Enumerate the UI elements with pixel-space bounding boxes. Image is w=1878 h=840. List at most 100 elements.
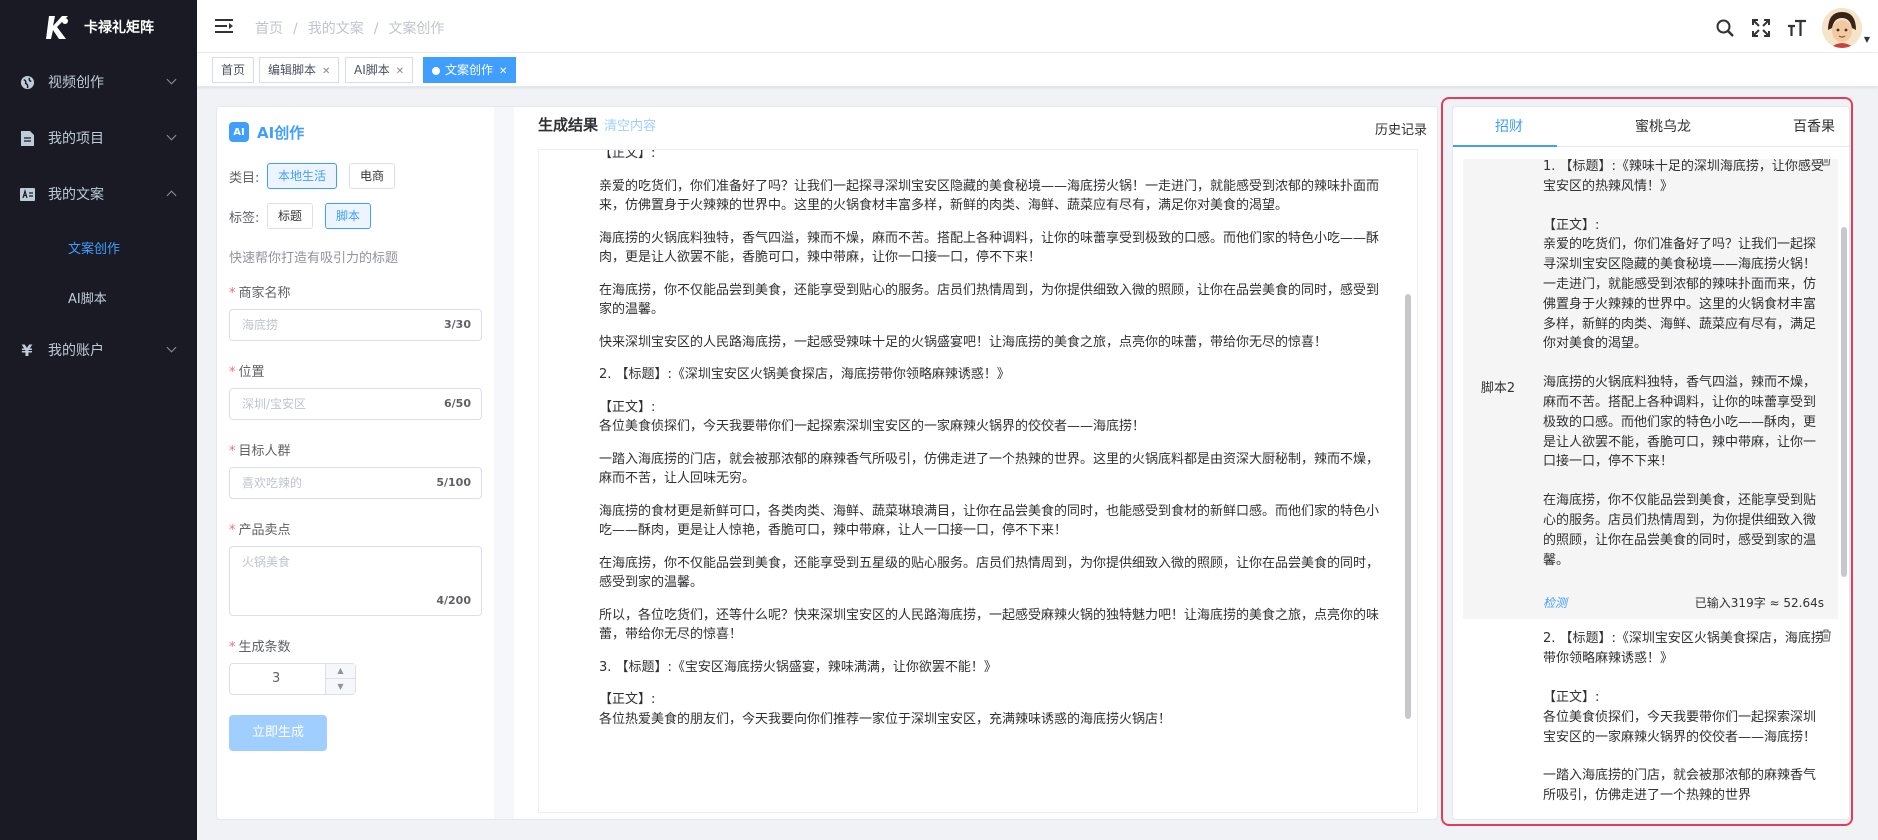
tab-indicator — [1453, 145, 1557, 147]
result-title: 生成结果 — [538, 115, 599, 134]
selling-placeholder: 火锅美食 — [242, 555, 291, 569]
result-paragraph: 【正文】: — [599, 149, 656, 161]
tag-edit-script[interactable]: 编辑脚本 ✕ — [259, 57, 340, 83]
location-placeholder: 深圳/宝安区 — [242, 397, 307, 411]
location-input[interactable]: 深圳/宝安区 6/50 — [229, 388, 482, 420]
audience-label: * 目标人群 — [229, 444, 291, 459]
result-paragraph: 【正文】: 各位热爱美食的朋友们，今天我要向你们推荐一家位于深圳宝安区，充满辣味… — [599, 692, 1172, 727]
script-paragraph: 海底捞的火锅底料独特，香气四溢，辣而不燥，麻而不苦。搭配上各种调料，让你的味蕾享… — [1543, 375, 1817, 470]
sidebar-subitem-copy-create[interactable]: 文案创作 — [0, 222, 197, 272]
hamburger-icon[interactable] — [215, 18, 233, 34]
audience-input[interactable]: 喜欢吃辣的 5/100 — [229, 467, 482, 499]
close-icon[interactable]: ✕ — [322, 66, 330, 77]
tag-label: 标签: — [229, 210, 260, 226]
result-paragraph: 3. 【标题】:《宝安区海底捞火锅盛宴，辣味满满，让你欲罢不能！》 — [599, 659, 997, 675]
selling-label-text: 产品卖点 — [238, 523, 291, 538]
caret-down-icon[interactable]: ▼ — [1864, 35, 1870, 44]
sidebar-item-label: 视频创作 — [48, 75, 104, 91]
app-logo[interactable]: 卡禄礼矩阵 — [0, 0, 197, 54]
category-label: 类目: — [229, 170, 260, 186]
clear-content-link[interactable]: 清空内容 — [604, 115, 656, 134]
script-paragraph: 【正文】: 亲爱的吃货们，你们准备好了吗？让我们一起探寻深圳宝安区隐藏的美食秘境… — [1543, 217, 1817, 352]
decrement-arrow-icon[interactable]: ▼ — [326, 679, 355, 694]
tag-label: AI脚本 — [354, 63, 390, 77]
sidebar-subitem-label: AI脚本 — [68, 291, 107, 307]
sidebar-item-label: 我的项目 — [48, 131, 104, 147]
sidebar-item-video[interactable]: 视频创作 — [0, 54, 197, 110]
sidebar-item-projects[interactable]: 我的项目 — [0, 110, 197, 166]
tag-copy-create[interactable]: 文案创作 ✕ — [423, 57, 517, 83]
script-index — [1463, 619, 1533, 815]
merchant-label-text: 商家名称 — [238, 286, 291, 301]
search-icon[interactable] — [1714, 17, 1736, 39]
location-label: * 位置 — [229, 365, 265, 380]
sidebar-item-account[interactable]: ¥ 我的账户 — [0, 322, 197, 378]
scrollbar-thumb[interactable] — [1841, 227, 1847, 577]
tag-label: 首页 — [221, 63, 246, 77]
selling-textarea[interactable]: 火锅美食 4/200 — [229, 546, 482, 616]
breadcrumb-item[interactable]: 首页 — [255, 21, 283, 37]
selling-count: 4/200 — [436, 594, 471, 607]
form-title: AI创作 — [257, 123, 305, 142]
result-paragraph: 在海底捞，你不仅能品尝到美食，还能享受到五星级的贴心服务。店员们热情周到，为你提… — [599, 555, 1380, 591]
sidebar-subitem-label: 文案创作 — [68, 241, 121, 257]
result-paragraph: 一踏入海底捞的门店，就会被那浓郁的麻辣香气所吸引，仿佛走进了一个热辣的世界。这里… — [599, 451, 1380, 487]
ai-create-form: AI AI创作 类目: 本地生活 电商 标签: 标题 脚本 快速帮你打造有吸引力… — [217, 107, 494, 819]
result-textarea[interactable]: 【正文】: 亲爱的吃货们，你们准备好了吗？让我们一起探寻深圳宝安区隐藏的美食秘境—… — [538, 149, 1418, 813]
tag-label: 文案创作 — [445, 63, 494, 77]
tab-passion-fruit[interactable]: 百香果 — [1793, 107, 1835, 147]
script-item: 脚本2 1. 【标题】:《辣味十足的深圳海底捞，让你感受宝安区的热辣风情！》 【正… — [1463, 159, 1838, 620]
detect-link[interactable]: 检测 — [1543, 594, 1567, 614]
result-paragraph: 【正文】: 各位美食侦探们，今天我要带你们一起探索深圳宝安区的一家麻辣火锅界的佼… — [599, 399, 1146, 435]
merchant-label: * 商家名称 — [229, 286, 291, 301]
close-icon[interactable]: ✕ — [499, 66, 507, 77]
tab-zhaocai[interactable]: 招财 — [1495, 107, 1523, 147]
logo-icon — [42, 12, 72, 42]
tags-view: 首页 编辑脚本 ✕ AI脚本 ✕ 文案创作 ✕ — [197, 53, 1878, 87]
trash-icon[interactable] — [1820, 159, 1832, 166]
breadcrumb-item[interactable]: 我的文案 — [308, 21, 364, 37]
generate-button[interactable]: 立即生成 — [229, 715, 327, 751]
result-panel: 生成结果 清空内容 历史记录 【正文】: 亲爱的吃货们，你们准备好了吗？让我们一起… — [514, 107, 1437, 819]
chevron-down-icon — [166, 74, 177, 85]
breadcrumb-item: 文案创作 — [388, 21, 445, 37]
trash-icon[interactable] — [1820, 629, 1832, 642]
sidebar-item-copywriting[interactable]: 我的文案 — [0, 166, 197, 222]
tab-peach-oolong[interactable]: 蜜桃乌龙 — [1635, 107, 1691, 147]
form-hint: 快速帮你打造有吸引力的标题 — [229, 251, 399, 266]
sidebar-subitem-ai-script[interactable]: AI脚本 — [0, 272, 197, 322]
sidebar-item-label: 我的账户 — [48, 343, 104, 359]
tag-chip-script[interactable]: 脚本 — [325, 203, 372, 229]
result-paragraph: 在海底捞，你不仅能品尝到美食，还能享受到贴心的服务。店员们热情周到，为你提供细致… — [599, 282, 1380, 318]
merchant-input[interactable]: 海底捞 3/30 — [229, 309, 482, 341]
sidebar-item-label: 我的文案 — [48, 187, 104, 203]
font-size-icon[interactable] — [1786, 17, 1808, 39]
tag-home[interactable]: 首页 — [212, 57, 255, 83]
script-paragraph: 在海底捞，你不仅能品尝到美食，还能享受到贴心的服务。店员们热情周到，为你提供细致… — [1543, 493, 1817, 568]
category-chip-ecommerce[interactable]: 电商 — [349, 163, 396, 189]
history-link[interactable]: 历史记录 — [1375, 119, 1427, 138]
avatar[interactable] — [1821, 8, 1862, 48]
chevron-up-icon — [166, 190, 177, 201]
quantity-label-text: 生成条数 — [238, 640, 291, 655]
top-navbar: 首页 / 我的文案 / 文案创作 ▼ — [197, 0, 1878, 53]
chevron-down-icon — [166, 130, 177, 141]
script-paragraph: 1. 【标题】:《辣味十足的深圳海底捞，让你感受宝安区的热辣风情！》 — [1543, 159, 1824, 194]
word-count-stat: 已输入319字 ≈ 52.64s — [1694, 596, 1824, 611]
quantity-value: 3 — [272, 671, 281, 686]
tag-chip-title[interactable]: 标题 — [267, 203, 314, 229]
tag-ai-script[interactable]: AI脚本 ✕ — [345, 57, 414, 83]
yen-icon: ¥ — [21, 340, 33, 360]
audience-count: 5/100 — [436, 476, 471, 489]
main-card: AI AI创作 类目: 本地生活 电商 标签: 标题 脚本 快速帮你打造有吸引力… — [216, 106, 1438, 820]
ai-badge-icon: AI — [229, 122, 249, 142]
fullscreen-icon[interactable] — [1750, 17, 1772, 39]
category-chip-local-life[interactable]: 本地生活 — [267, 163, 338, 189]
quantity-stepper[interactable]: 3 ▲ ▼ — [229, 663, 356, 695]
close-icon[interactable]: ✕ — [396, 66, 404, 77]
sidebar: 卡禄礼矩阵 视频创作 我的项目 我的文案 文案创作 AI脚本 ¥ 我的账户 — [0, 0, 197, 840]
scripts-list: 脚本2 1. 【标题】:《辣味十足的深圳海底捞，让你感受宝安区的热辣风情！》 【正… — [1463, 159, 1838, 815]
panel-divider — [494, 107, 514, 819]
scrollbar-thumb[interactable] — [1405, 294, 1411, 719]
result-paragraph: 所以，各位吃货们，还等什么呢？快来深圳宝安区的人民路海底捞，一起感受麻辣火锅的独… — [599, 607, 1380, 643]
